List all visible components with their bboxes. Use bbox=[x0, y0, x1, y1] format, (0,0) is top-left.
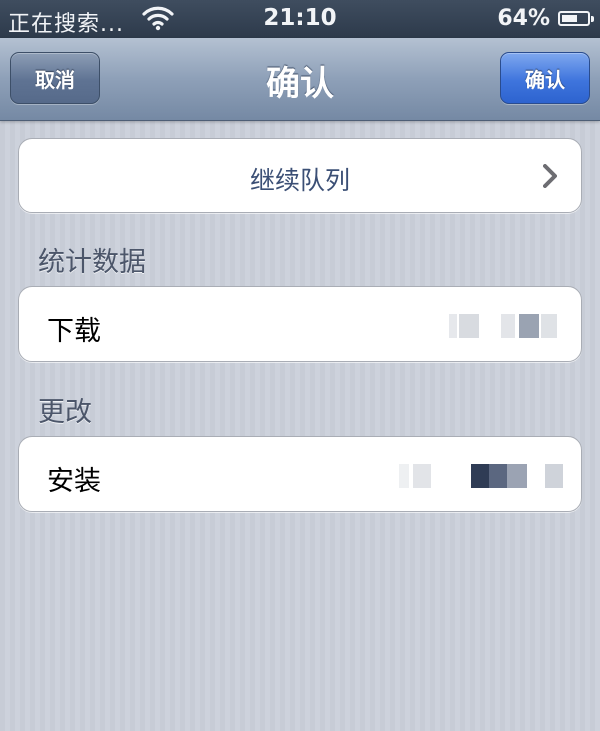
continue-queue-cell[interactable]: 继续队列 bbox=[18, 138, 582, 213]
status-bar: 正在搜索... 21:10 64% bbox=[0, 0, 600, 38]
section-header-changes: 更改 bbox=[38, 397, 92, 428]
download-value-redacted bbox=[449, 314, 559, 338]
battery-percent: 64% bbox=[497, 6, 550, 31]
download-label: 下载 bbox=[47, 316, 101, 347]
battery-fill bbox=[562, 15, 577, 22]
download-row: 下载 bbox=[18, 286, 582, 362]
confirm-button[interactable]: 确认 bbox=[500, 52, 590, 104]
install-value-redacted bbox=[399, 464, 569, 488]
section-header-stats: 统计数据 bbox=[38, 247, 146, 278]
install-row: 安装 bbox=[18, 436, 582, 512]
chevron-right-icon bbox=[543, 164, 557, 188]
navigation-bar: 取消 确认 确认 bbox=[0, 38, 600, 121]
continue-queue-label: 继续队列 bbox=[249, 166, 350, 195]
battery-icon bbox=[558, 11, 594, 26]
install-label: 安装 bbox=[47, 466, 101, 497]
